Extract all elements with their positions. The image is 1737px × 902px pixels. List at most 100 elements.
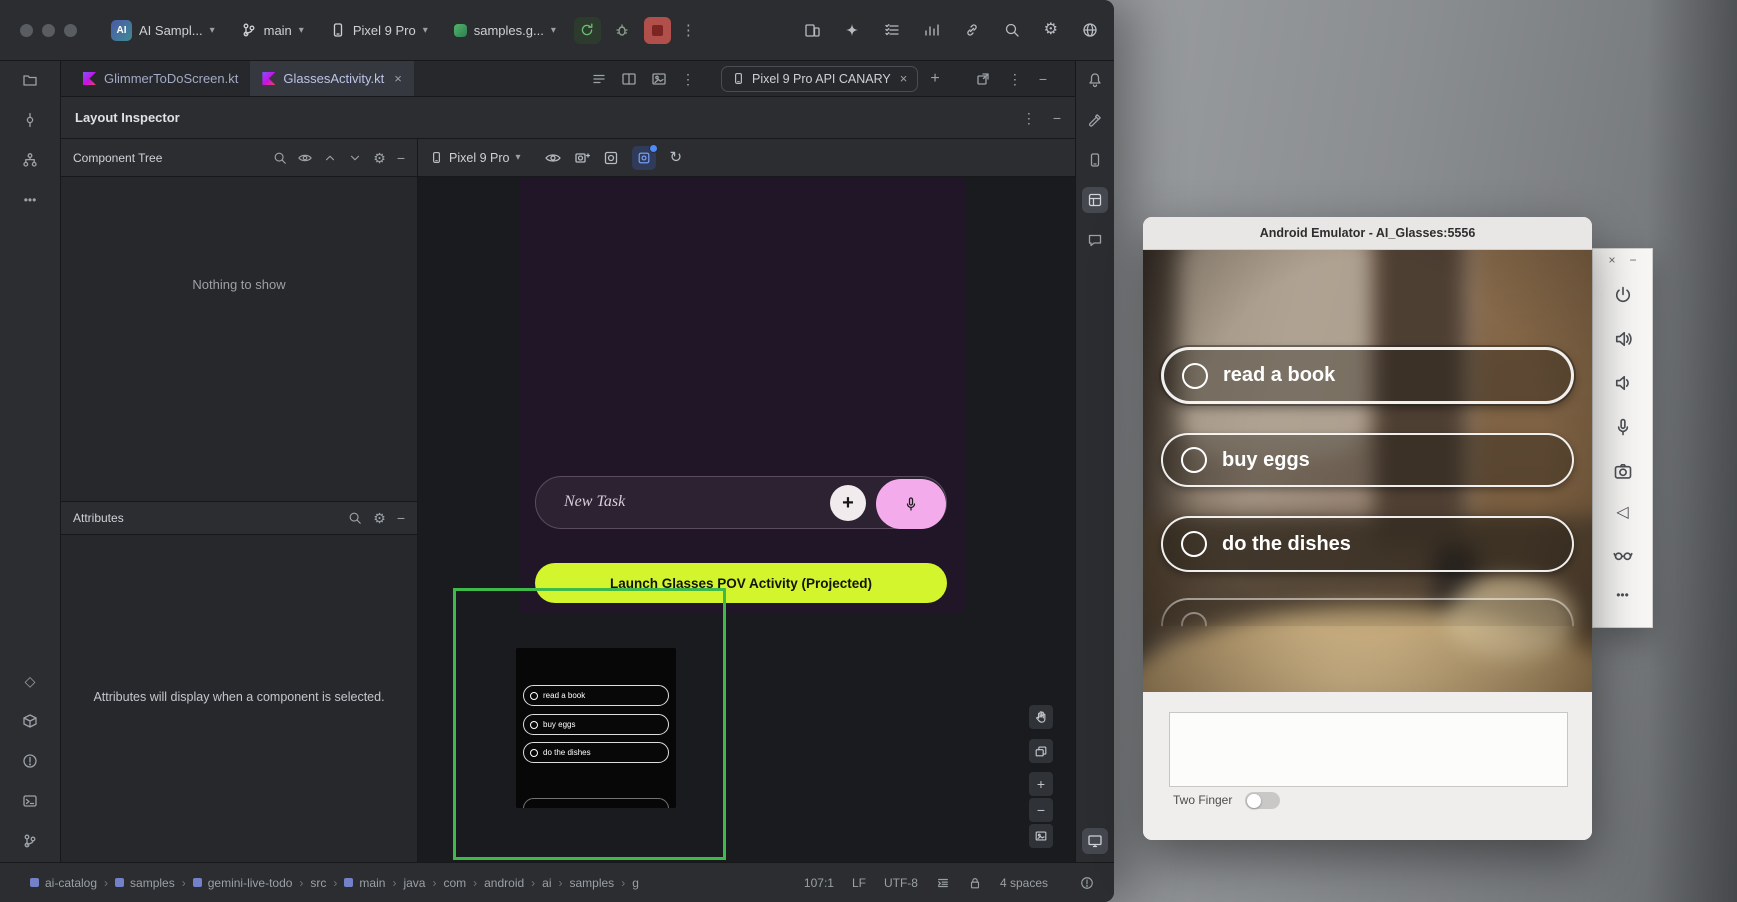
assistant-chat-button[interactable]: [1082, 227, 1108, 253]
breadcrumb-item[interactable]: android: [484, 876, 524, 890]
running-device-tab[interactable]: Pixel 9 Pro API CANARY ×: [721, 66, 918, 92]
link-icon[interactable]: [964, 22, 980, 38]
camera-icon[interactable]: [1613, 461, 1633, 481]
debug-button[interactable]: [609, 17, 636, 44]
commit-tool-button[interactable]: [17, 107, 43, 133]
structure-tool-button[interactable]: [17, 147, 43, 173]
settings-gear-icon[interactable]: ⚙: [1044, 22, 1058, 38]
inspector-minimize-icon[interactable]: −: [1053, 111, 1061, 125]
project-tool-button[interactable]: [17, 67, 43, 93]
hide-attributes-icon[interactable]: −: [397, 511, 405, 525]
tool-window-kebab[interactable]: ⋮: [1008, 72, 1022, 86]
mic-icon[interactable]: [1613, 417, 1633, 437]
project-widget[interactable]: AI AI Sampl... ▾: [103, 15, 223, 46]
running-devices-button[interactable]: [1082, 828, 1108, 854]
tab-glimmertodoscreen[interactable]: GlimmerToDoScreen.kt: [71, 61, 250, 96]
meetings-tool-button[interactable]: ◇: [17, 668, 43, 694]
volume-up-icon[interactable]: [1613, 329, 1633, 349]
more-tools-button[interactable]: •••: [17, 187, 43, 213]
close-window-button[interactable]: [20, 24, 33, 37]
terminal-tool-button[interactable]: [17, 788, 43, 814]
emulator-panel-close-icon[interactable]: ×: [1608, 254, 1615, 266]
device-manager-button[interactable]: [1082, 147, 1108, 173]
voice-input-button[interactable]: [876, 479, 946, 529]
hide-tree-icon[interactable]: −: [397, 151, 405, 165]
file-encoding[interactable]: UTF-8: [884, 876, 918, 890]
breadcrumb-item[interactable]: gemini-live-todo: [193, 876, 293, 890]
indent-icon[interactable]: [936, 876, 950, 890]
refresh-icon[interactable]: ↻: [669, 150, 682, 165]
visibility-eye-icon[interactable]: [298, 151, 312, 165]
add-task-button[interactable]: +: [830, 485, 866, 521]
profiler-icon[interactable]: [924, 22, 940, 38]
screen-record-icon[interactable]: [603, 150, 619, 166]
breadcrumb-item[interactable]: g: [632, 876, 639, 890]
more-options-icon[interactable]: •••: [1616, 589, 1629, 601]
emulator-screen[interactable]: read a book buy eggs do the dishes: [1143, 250, 1592, 692]
breadcrumb-item[interactable]: main: [344, 876, 385, 890]
collapse-all-icon[interactable]: [348, 151, 362, 165]
tree-settings-gear-icon[interactable]: ⚙: [373, 151, 386, 165]
gemini-sparkle-icon[interactable]: [844, 22, 860, 38]
run-config-selector[interactable]: samples.g... ▾: [446, 18, 564, 43]
deep-inspect-toggle[interactable]: [632, 146, 656, 170]
lock-icon[interactable]: [968, 876, 982, 890]
open-in-window-icon[interactable]: [975, 71, 991, 87]
layers-compare-button[interactable]: [1028, 738, 1054, 764]
layout-inspector-button[interactable]: [1082, 187, 1108, 213]
attributes-gear-icon[interactable]: ⚙: [373, 511, 386, 525]
line-ending[interactable]: LF: [852, 876, 866, 890]
indent-size[interactable]: 4 spaces: [1000, 876, 1048, 890]
two-finger-toggle[interactable]: [1245, 792, 1280, 809]
inspector-options-kebab[interactable]: ⋮: [1022, 111, 1036, 125]
notifications-button[interactable]: [1082, 67, 1108, 93]
zoom-to-fit-button[interactable]: [1028, 823, 1054, 849]
problems-tool-button[interactable]: [17, 748, 43, 774]
dependencies-tool-button[interactable]: [17, 708, 43, 734]
tab-glassesactivity[interactable]: GlassesActivity.kt ×: [250, 61, 413, 96]
minimize-tool-window-icon[interactable]: −: [1039, 72, 1047, 86]
search-icon[interactable]: [348, 511, 362, 525]
minimize-window-button[interactable]: [42, 24, 55, 37]
run-options-kebab[interactable]: ⋮: [681, 23, 696, 38]
expand-all-icon[interactable]: [323, 151, 337, 165]
profile-globe-icon[interactable]: [1082, 22, 1098, 38]
stop-button[interactable]: [644, 17, 671, 44]
device-mirroring-icon[interactable]: [804, 22, 820, 38]
volume-down-icon[interactable]: [1613, 373, 1633, 393]
pan-tool-button[interactable]: [1028, 704, 1054, 730]
back-button-icon[interactable]: ◁: [1616, 505, 1628, 521]
breadcrumb-item[interactable]: java: [403, 876, 425, 890]
git-tool-button[interactable]: [17, 828, 43, 854]
code-view-icon[interactable]: [591, 71, 607, 87]
emulator-title-bar[interactable]: Android Emulator - AI_Glasses:5556: [1143, 217, 1592, 250]
design-view-icon[interactable]: [651, 71, 667, 87]
caret-position[interactable]: 107:1: [804, 876, 834, 890]
breadcrumb-item[interactable]: src: [310, 876, 326, 890]
breadcrumb-item[interactable]: ai-catalog: [30, 876, 97, 890]
search-icon[interactable]: [1004, 22, 1020, 38]
build-tool-button[interactable]: [1082, 107, 1108, 133]
task-pill[interactable]: do the dishes: [1161, 516, 1574, 572]
breadcrumb-item[interactable]: com: [443, 876, 466, 890]
close-device-tab-icon[interactable]: ×: [900, 72, 908, 85]
search-icon[interactable]: [273, 151, 287, 165]
visibility-eye-icon[interactable]: [545, 150, 561, 166]
task-pill-selected[interactable]: read a book: [1161, 347, 1574, 404]
add-device-button[interactable]: +: [930, 71, 939, 87]
split-view-icon[interactable]: [621, 71, 637, 87]
power-icon[interactable]: [1613, 285, 1633, 305]
zoom-in-button[interactable]: +: [1028, 771, 1054, 797]
breadcrumb-item[interactable]: ai: [542, 876, 551, 890]
emulator-notification-area[interactable]: [1169, 712, 1568, 787]
device-selector[interactable]: Pixel 9 Pro ▾: [322, 17, 436, 43]
inspections-status-icon[interactable]: [1080, 876, 1094, 890]
zoom-window-button[interactable]: [64, 24, 77, 37]
zoom-out-button[interactable]: −: [1028, 797, 1054, 823]
breadcrumb-item[interactable]: samples: [570, 876, 615, 890]
task-pill[interactable]: buy eggs: [1161, 433, 1574, 487]
emulator-panel-minimize-icon[interactable]: −: [1630, 254, 1637, 266]
rerun-button[interactable]: [574, 17, 601, 44]
mirrored-phone-screen[interactable]: New Task + Launch Glasses POV Activity (…: [519, 177, 965, 613]
breadcrumb-item[interactable]: samples: [115, 876, 175, 890]
